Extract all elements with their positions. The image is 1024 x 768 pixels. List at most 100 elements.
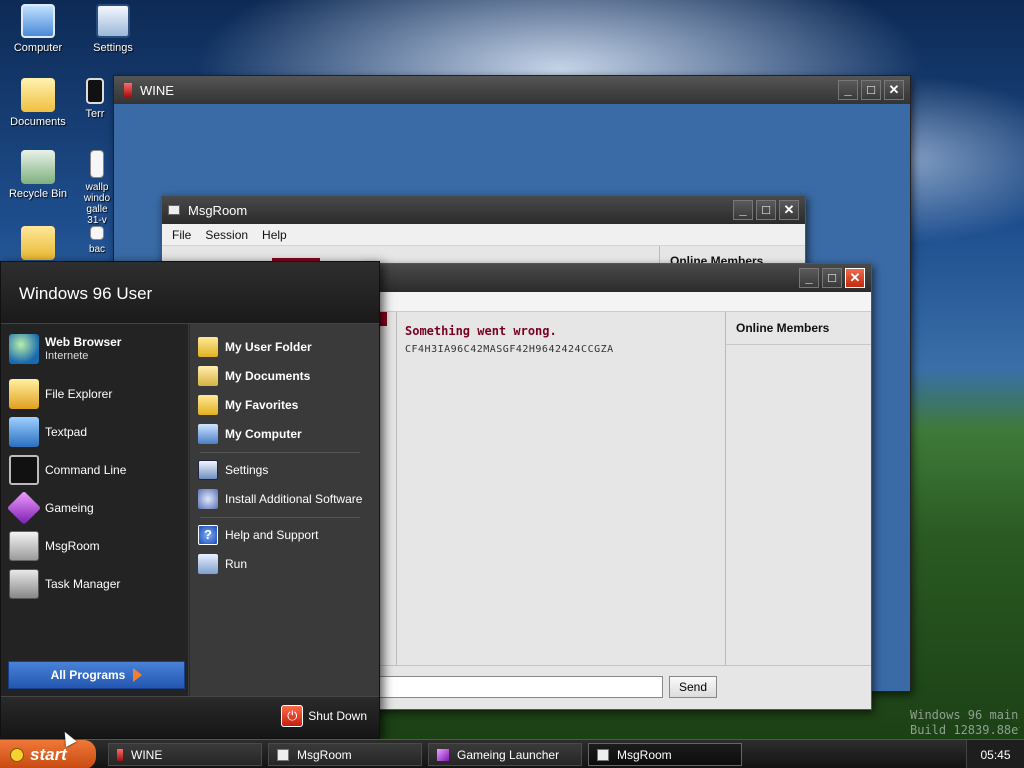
gameing-icon bbox=[7, 491, 41, 525]
power-icon: ⏻ bbox=[281, 705, 304, 727]
start-item-gameing[interactable]: Gameing bbox=[7, 491, 184, 525]
file-explorer-icon bbox=[9, 379, 39, 409]
taskbar: start WINE MsgRoom Gameing Launcher MsgR… bbox=[0, 739, 1024, 768]
close-button[interactable]: ✕ bbox=[779, 200, 799, 220]
msgroom-window[interactable]: _ □ ✕ Something went wrong. CF4H3IA96C42… bbox=[360, 263, 872, 710]
toolbar-strip bbox=[361, 292, 871, 312]
image-file-icon bbox=[90, 150, 104, 178]
msgroom-icon bbox=[277, 748, 289, 761]
maximize-button[interactable]: □ bbox=[822, 268, 842, 288]
desktop-icon-terminal[interactable]: Terr bbox=[75, 78, 115, 120]
desktop-icon-label: Computer bbox=[13, 42, 63, 54]
close-button[interactable]: ✕ bbox=[884, 80, 904, 100]
settings-icon bbox=[96, 4, 130, 38]
start-item-textpad[interactable]: Textpad bbox=[9, 415, 184, 449]
item-label: Web Browser bbox=[45, 334, 122, 349]
terminal-icon bbox=[86, 78, 104, 104]
start-item-msgroom[interactable]: MsgRoom bbox=[9, 529, 184, 563]
start-button[interactable]: start bbox=[0, 740, 96, 768]
gameing-icon bbox=[437, 748, 449, 761]
desktop-icon-label: Settings bbox=[93, 42, 133, 54]
minimize-button[interactable]: _ bbox=[838, 80, 858, 100]
folder-icon bbox=[21, 226, 55, 260]
task-label: Gameing Launcher bbox=[457, 747, 560, 762]
desktop-icon-label: wallp windo galle 31-v bbox=[83, 182, 111, 226]
start-menu: Windows 96 User Web Browser Internete Fi… bbox=[0, 261, 380, 739]
start-item-my-favorites[interactable]: My Favorites bbox=[198, 392, 373, 418]
item-label: Textpad bbox=[45, 424, 88, 439]
maximize-button[interactable]: □ bbox=[861, 80, 881, 100]
task-manager-icon bbox=[9, 569, 39, 599]
desktop-icon-file[interactable]: bac bbox=[80, 226, 114, 255]
start-item-settings[interactable]: Settings bbox=[198, 457, 373, 483]
system-tray-clock[interactable]: 05:45 bbox=[966, 740, 1024, 768]
taskbar-item-msgroom-active[interactable]: MsgRoom bbox=[588, 743, 742, 766]
send-button[interactable]: Send bbox=[669, 676, 717, 698]
wine-icon bbox=[124, 83, 132, 97]
documents-icon bbox=[21, 78, 55, 112]
msgroom-titlebar[interactable]: MsgRoom _ □ ✕ bbox=[162, 196, 805, 224]
menu-session[interactable]: Session bbox=[205, 228, 248, 242]
taskbar-item-wine[interactable]: WINE bbox=[108, 743, 262, 766]
start-item-run[interactable]: Run bbox=[198, 551, 373, 577]
maximize-button[interactable]: □ bbox=[756, 200, 776, 220]
desktop-icon-computer[interactable]: Computer bbox=[0, 4, 76, 54]
documents-icon bbox=[198, 366, 218, 386]
wine-titlebar[interactable]: WINE _ □ ✕ bbox=[114, 76, 910, 104]
start-item-my-computer[interactable]: My Computer bbox=[198, 421, 373, 447]
item-label: File Explorer bbox=[45, 386, 113, 401]
error-title: Something went wrong. bbox=[405, 324, 557, 338]
shutdown-button[interactable]: ⏻ Shut Down bbox=[281, 705, 367, 727]
message-list: Something went wrong. CF4H3IA96C42MASGF4… bbox=[397, 312, 725, 665]
start-label: start bbox=[30, 744, 67, 764]
desktop-icon-recycle-bin[interactable]: Recycle Bin bbox=[0, 150, 76, 200]
message-input[interactable] bbox=[379, 676, 663, 698]
desktop-icon-label: bac bbox=[88, 244, 106, 255]
desktop-icon-documents[interactable]: Documents bbox=[0, 78, 76, 128]
menu-help[interactable]: Help bbox=[262, 228, 287, 242]
desktop-icon-label: Recycle Bin bbox=[8, 188, 68, 200]
start-logo-icon bbox=[10, 747, 24, 762]
arrow-right-icon bbox=[133, 668, 143, 682]
item-label: My Favorites bbox=[225, 398, 299, 412]
settings-icon bbox=[198, 460, 218, 480]
start-item-my-documents[interactable]: My Documents bbox=[198, 363, 373, 389]
taskbar-item-gameing-launcher[interactable]: Gameing Launcher bbox=[428, 743, 582, 766]
msgroom-icon bbox=[597, 748, 609, 761]
minimize-button[interactable]: _ bbox=[733, 200, 753, 220]
minimize-button[interactable]: _ bbox=[799, 268, 819, 288]
menu-bar: File Session Help bbox=[162, 224, 805, 246]
start-item-task-manager[interactable]: Task Manager bbox=[9, 567, 184, 601]
window-title: MsgRoom bbox=[188, 202, 248, 218]
menu-file[interactable]: File bbox=[172, 228, 191, 242]
start-item-install-software[interactable]: Install Additional Software bbox=[198, 486, 373, 512]
start-item-file-explorer[interactable]: File Explorer bbox=[9, 377, 184, 411]
watermark-line-2: Build 12839.88efa922.230410-1942.d77c73e… bbox=[910, 723, 1020, 737]
start-item-my-user-folder[interactable]: My User Folder bbox=[198, 334, 373, 360]
start-item-help-support[interactable]: ? Help and Support bbox=[198, 522, 373, 548]
places-panel: My User Folder My Documents My Favorites… bbox=[190, 324, 379, 698]
file-icon bbox=[90, 226, 104, 240]
textpad-icon bbox=[9, 417, 39, 447]
start-item-command-line[interactable]: Command Line bbox=[9, 453, 184, 487]
online-members-panel: Online Members bbox=[725, 312, 871, 665]
taskbar-item-msgroom[interactable]: MsgRoom bbox=[268, 743, 422, 766]
start-menu-user: Windows 96 User bbox=[1, 262, 379, 324]
shutdown-label: Shut Down bbox=[308, 709, 367, 723]
desktop-icon-label: Documents bbox=[10, 116, 66, 128]
start-item-web-browser[interactable]: Web Browser Internete bbox=[9, 332, 184, 366]
desktop-icon-settings[interactable]: Settings bbox=[75, 4, 151, 54]
item-label: Gameing bbox=[45, 500, 94, 515]
desktop-icon-label: Terr bbox=[85, 108, 105, 120]
msgroom-titlebar[interactable]: _ □ ✕ bbox=[361, 264, 871, 292]
desktop-icon-folder[interactable] bbox=[0, 226, 76, 264]
folder-icon bbox=[198, 337, 218, 357]
desktop-icon-wallpaper[interactable]: wallp windo galle 31-v bbox=[80, 150, 114, 226]
close-button[interactable]: ✕ bbox=[845, 268, 865, 288]
compose-bar: Send bbox=[361, 665, 871, 709]
wine-icon bbox=[117, 748, 123, 761]
msgroom-icon bbox=[168, 205, 180, 215]
item-sublabel: Internete bbox=[45, 349, 89, 362]
recycle-bin-icon bbox=[21, 150, 55, 184]
all-programs-button[interactable]: All Programs bbox=[8, 661, 185, 689]
